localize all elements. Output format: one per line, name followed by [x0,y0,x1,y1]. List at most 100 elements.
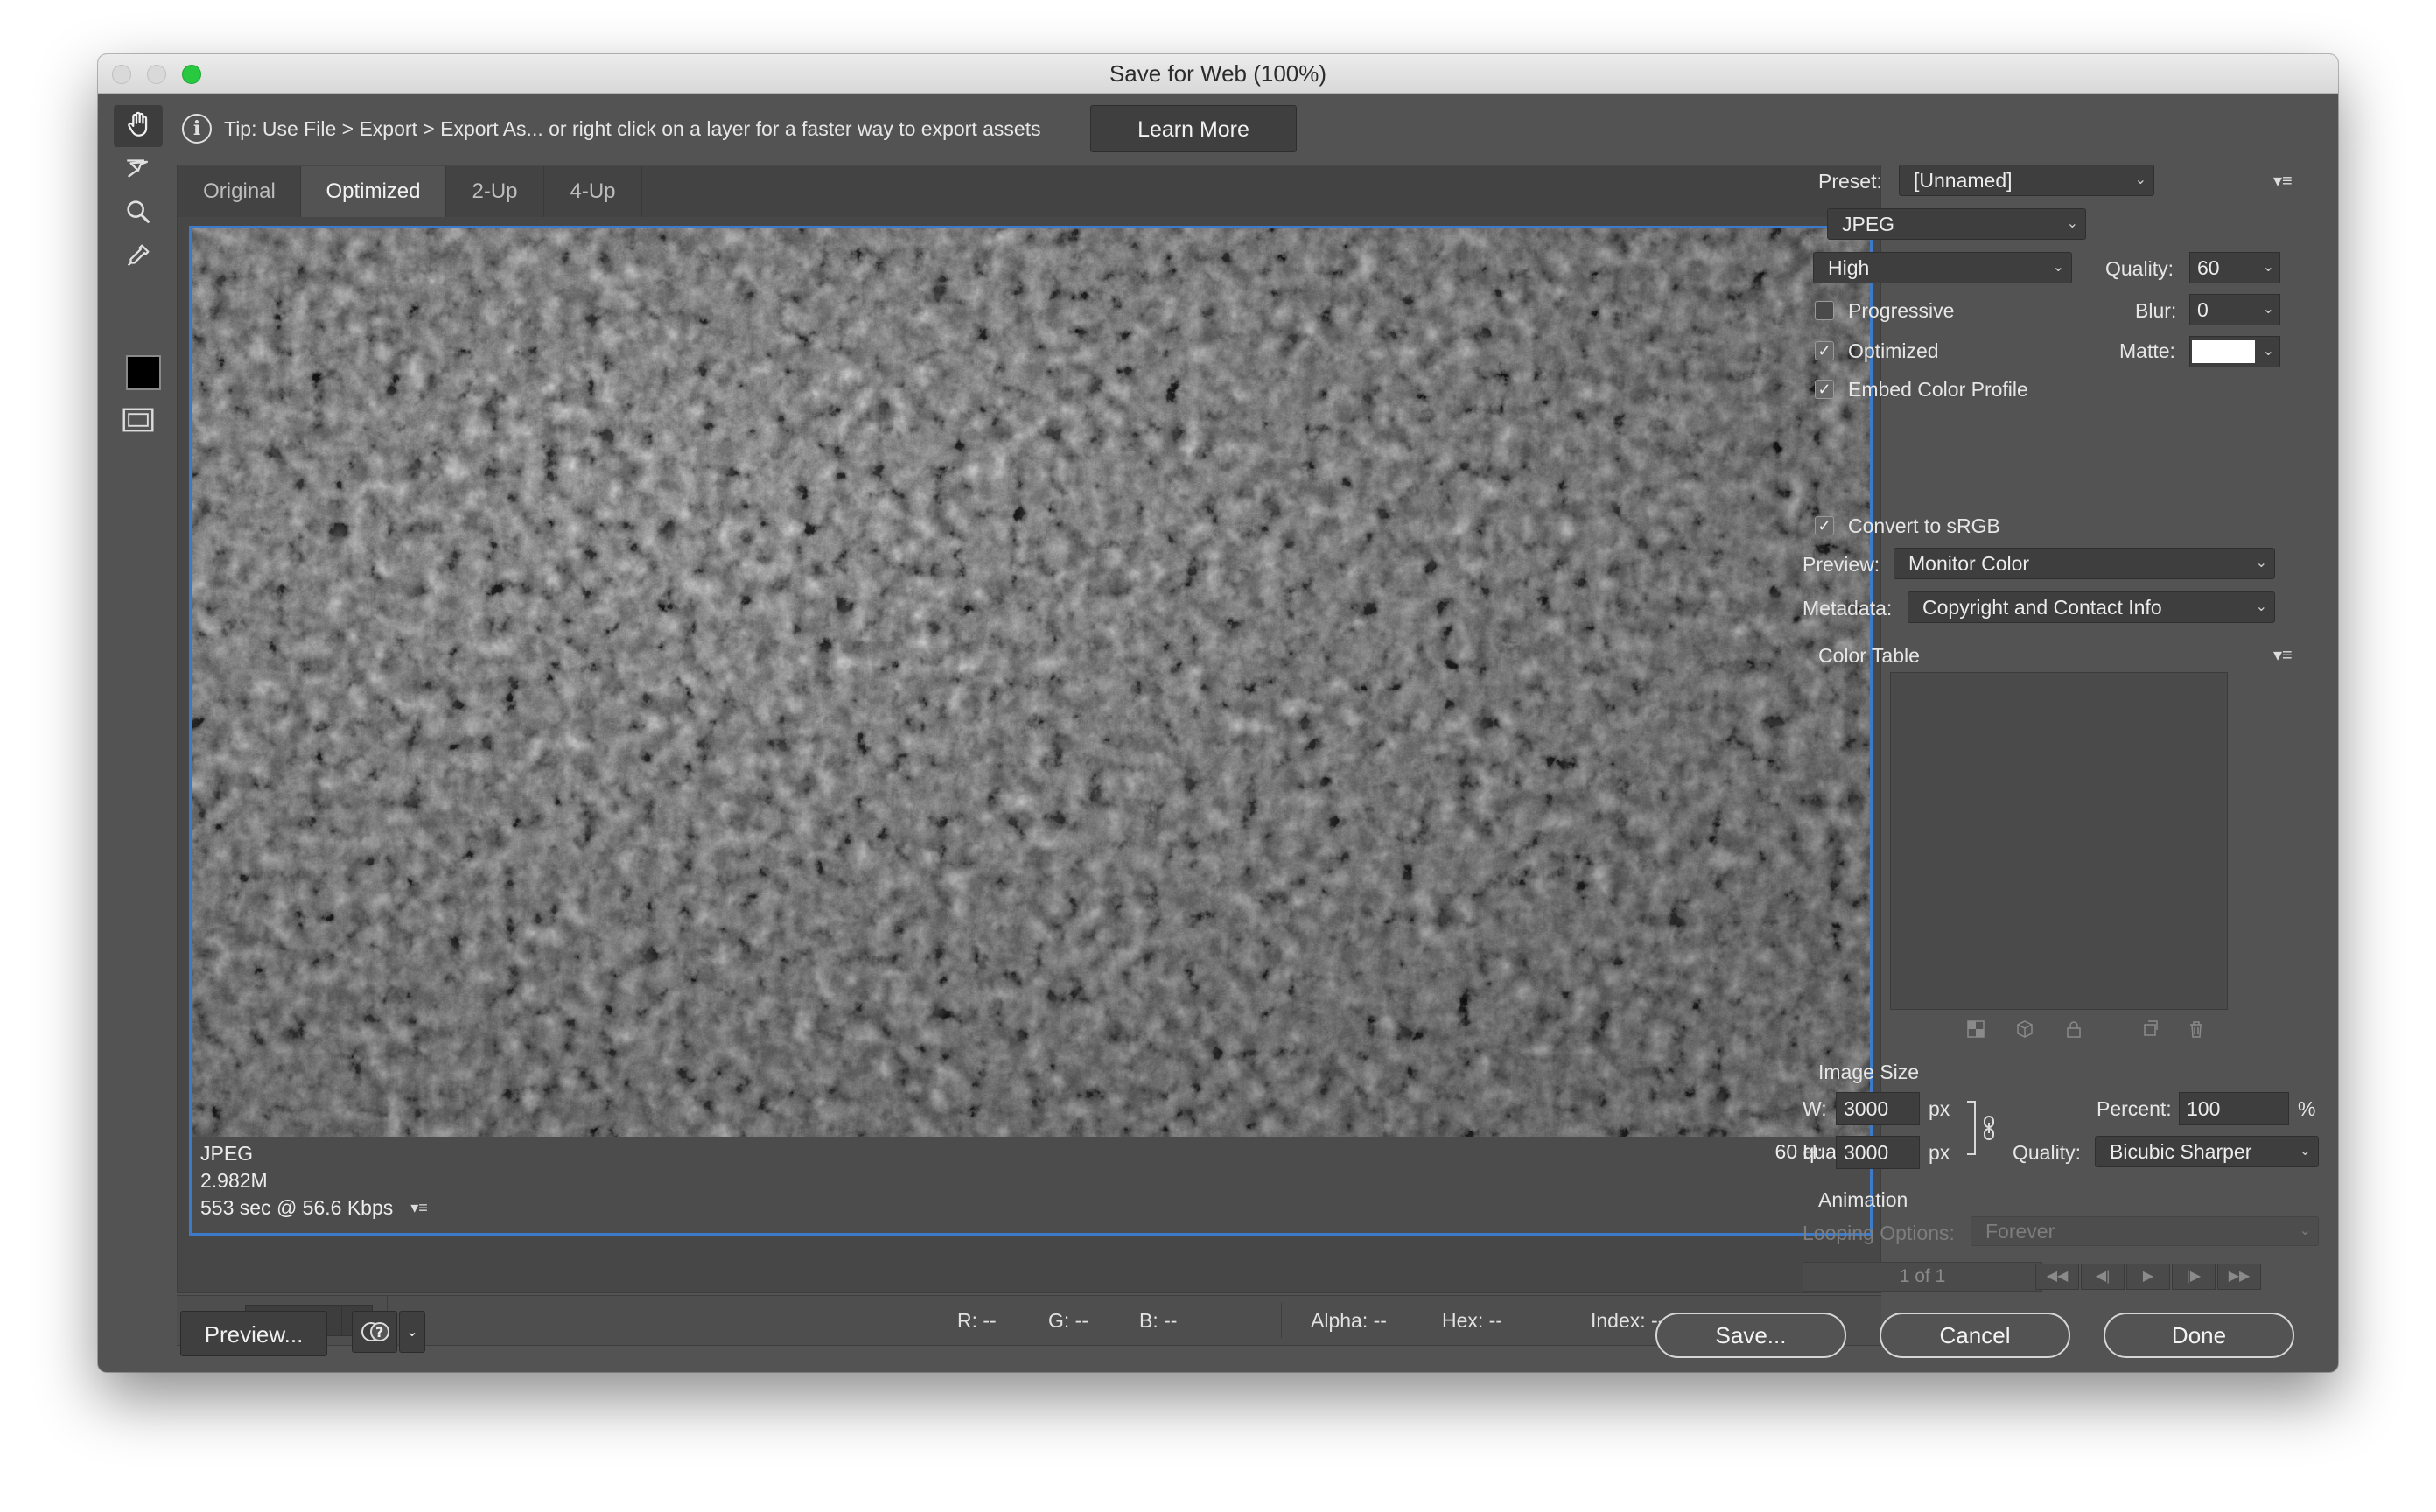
first-frame-button[interactable]: ◀◀ [2035,1264,2079,1290]
preset-select[interactable]: [Unnamed] ⌄ [1899,164,2154,196]
trash-icon[interactable] [2184,1017,2208,1041]
image-size-label: Image Size [1818,1060,1920,1083]
chevron-down-icon: ⌄ [2255,556,2267,570]
progressive-checkbox[interactable] [1815,301,1834,320]
download-speed-menu-icon[interactable]: ▾≡ [410,1194,428,1222]
magnifier-icon [123,197,153,231]
image-file-size: 2.982M [200,1169,268,1192]
embed-color-profile-label: Embed Color Profile [1848,378,2028,401]
matte-color-swatch [2192,340,2255,363]
slice-select-tool[interactable] [114,149,163,191]
play-button[interactable]: ▶ [2126,1264,2170,1290]
browser-select-button[interactable]: ? [352,1311,397,1353]
metadata-select[interactable]: Copyright and Contact Info ⌄ [1908,592,2275,623]
matte-select[interactable]: ⌄ [2189,336,2280,368]
hand-icon [123,109,153,144]
looping-options-value: Forever [1985,1220,2055,1242]
blur-field[interactable]: 0 ⌄ [2189,294,2280,326]
color-table[interactable] [1890,672,2228,1010]
resample-quality-label: Quality: [2012,1141,2081,1164]
save-for-web-dialog: Save for Web (100%) i Tip: Use File > Ex… [98,54,2338,1372]
progressive-label: Progressive [1848,299,1955,322]
readout-hex: Hex: -- [1442,1309,1502,1332]
preview-color-select[interactable]: Monitor Color ⌄ [1894,548,2275,579]
blur-label: Blur: [2135,299,2177,322]
format-value: JPEG [1842,213,1895,235]
matte-label: Matte: [2119,340,2175,362]
readout-index: Index: -- [1591,1309,1665,1332]
download-time: 553 sec @ 56.6 Kbps [200,1196,394,1219]
width-unit: px [1928,1097,1950,1120]
percent-field[interactable]: 100 [2179,1092,2289,1125]
preview-image[interactable] [192,228,1870,1137]
web-shift-cube-icon[interactable] [2012,1017,2037,1041]
readout-r: R: -- [957,1309,997,1332]
chevron-down-icon[interactable]: ⌄ [2263,253,2274,283]
chevron-down-icon[interactable]: ⌄ [2263,295,2274,325]
looping-options-select[interactable]: Forever ⌄ [1970,1216,2319,1246]
optimized-image-pane[interactable]: JPEG 2.982M 553 sec @ 56.6 Kbps ▾≡ 60 qu… [189,226,1872,1236]
status-bar: − + 100% ⌄ R: -- G: -- B: -- Alpha: -- H… [177,1295,1881,1346]
blur-value: 0 [2197,298,2208,321]
toggle-slices-visibility[interactable] [114,401,163,443]
width-field[interactable]: 3000 [1836,1092,1920,1125]
settings-menu-icon[interactable]: ▾≡ [2273,170,2292,192]
info-icon: i [182,114,212,144]
eyedropper-tool[interactable] [114,236,163,278]
color-table-menu-icon[interactable]: ▾≡ [2273,644,2292,666]
height-label: H: [1802,1141,1823,1164]
link-proportions-icon[interactable] [1981,1115,1997,1145]
quality-label: Quality: [2105,257,2174,280]
readout-g: G: -- [1048,1309,1088,1332]
map-to-transparent-icon[interactable] [1964,1017,1988,1041]
window-title: Save for Web (100%) [1109,60,1327,87]
last-frame-button[interactable]: ▶▶ [2217,1264,2261,1290]
lock-icon[interactable] [2062,1017,2086,1041]
metadata-value: Copyright and Contact Info [1922,596,2162,619]
quality-value: 60 [2197,256,2220,279]
height-field[interactable]: 3000 [1836,1136,1920,1169]
optimized-checkbox[interactable]: ✓ [1815,341,1834,360]
new-color-icon[interactable] [2138,1017,2163,1041]
percent-label: Percent: [2096,1097,2172,1120]
tab-2-up[interactable]: 2-Up [446,166,544,217]
next-frame-button[interactable]: |▶ [2172,1264,2216,1290]
eyedropper-icon [123,241,153,275]
hand-tool[interactable] [114,105,163,147]
format-select[interactable]: JPEG ⌄ [1827,208,2086,240]
browser-dropdown-chevron-icon[interactable]: ⌄ [399,1311,425,1353]
tab-original[interactable]: Original [178,166,301,217]
tools-panel [114,105,164,472]
constrain-bracket [1967,1101,1976,1155]
tab-optimized[interactable]: Optimized [301,166,446,217]
color-table-label: Color Table [1818,644,1920,667]
chevron-down-icon: ⌄ [2255,599,2267,614]
preview-in-browser-button[interactable]: Preview... [180,1311,327,1356]
svg-text:?: ? [375,1324,383,1340]
previous-frame-button[interactable]: ◀| [2081,1264,2124,1290]
width-label: W: [1802,1097,1827,1120]
browser-icon: ? [360,1319,391,1349]
compression-quality-value: High [1828,256,1870,279]
convert-srgb-label: Convert to sRGB [1848,514,2000,537]
resample-quality-select[interactable]: Bicubic Sharper ⌄ [2095,1136,2319,1167]
preview-color-value: Monitor Color [1908,552,2030,575]
tab-4-up[interactable]: 4-Up [544,166,642,217]
quality-field[interactable]: 60 ⌄ [2189,252,2280,284]
looping-options-label: Looping Options: [1802,1222,1955,1244]
optimized-label: Optimized [1848,340,1939,362]
done-button[interactable]: Done [2104,1312,2294,1358]
learn-more-button[interactable]: Learn More [1090,105,1297,152]
convert-srgb-checkbox[interactable]: ✓ [1815,516,1834,536]
height-unit: px [1928,1141,1950,1164]
chevron-down-icon: ⌄ [2052,260,2064,275]
metadata-label: Metadata: [1802,597,1893,620]
zoom-tool[interactable] [114,192,163,234]
chevron-down-icon: ⌄ [2299,1144,2311,1158]
cancel-button[interactable]: Cancel [1880,1312,2070,1358]
compression-quality-select[interactable]: High ⌄ [1813,252,2072,284]
readout-b: B: -- [1139,1309,1178,1332]
eyedropper-color-swatch[interactable] [126,355,161,390]
embed-color-profile-checkbox[interactable]: ✓ [1815,380,1834,399]
save-button[interactable]: Save... [1656,1312,1846,1358]
